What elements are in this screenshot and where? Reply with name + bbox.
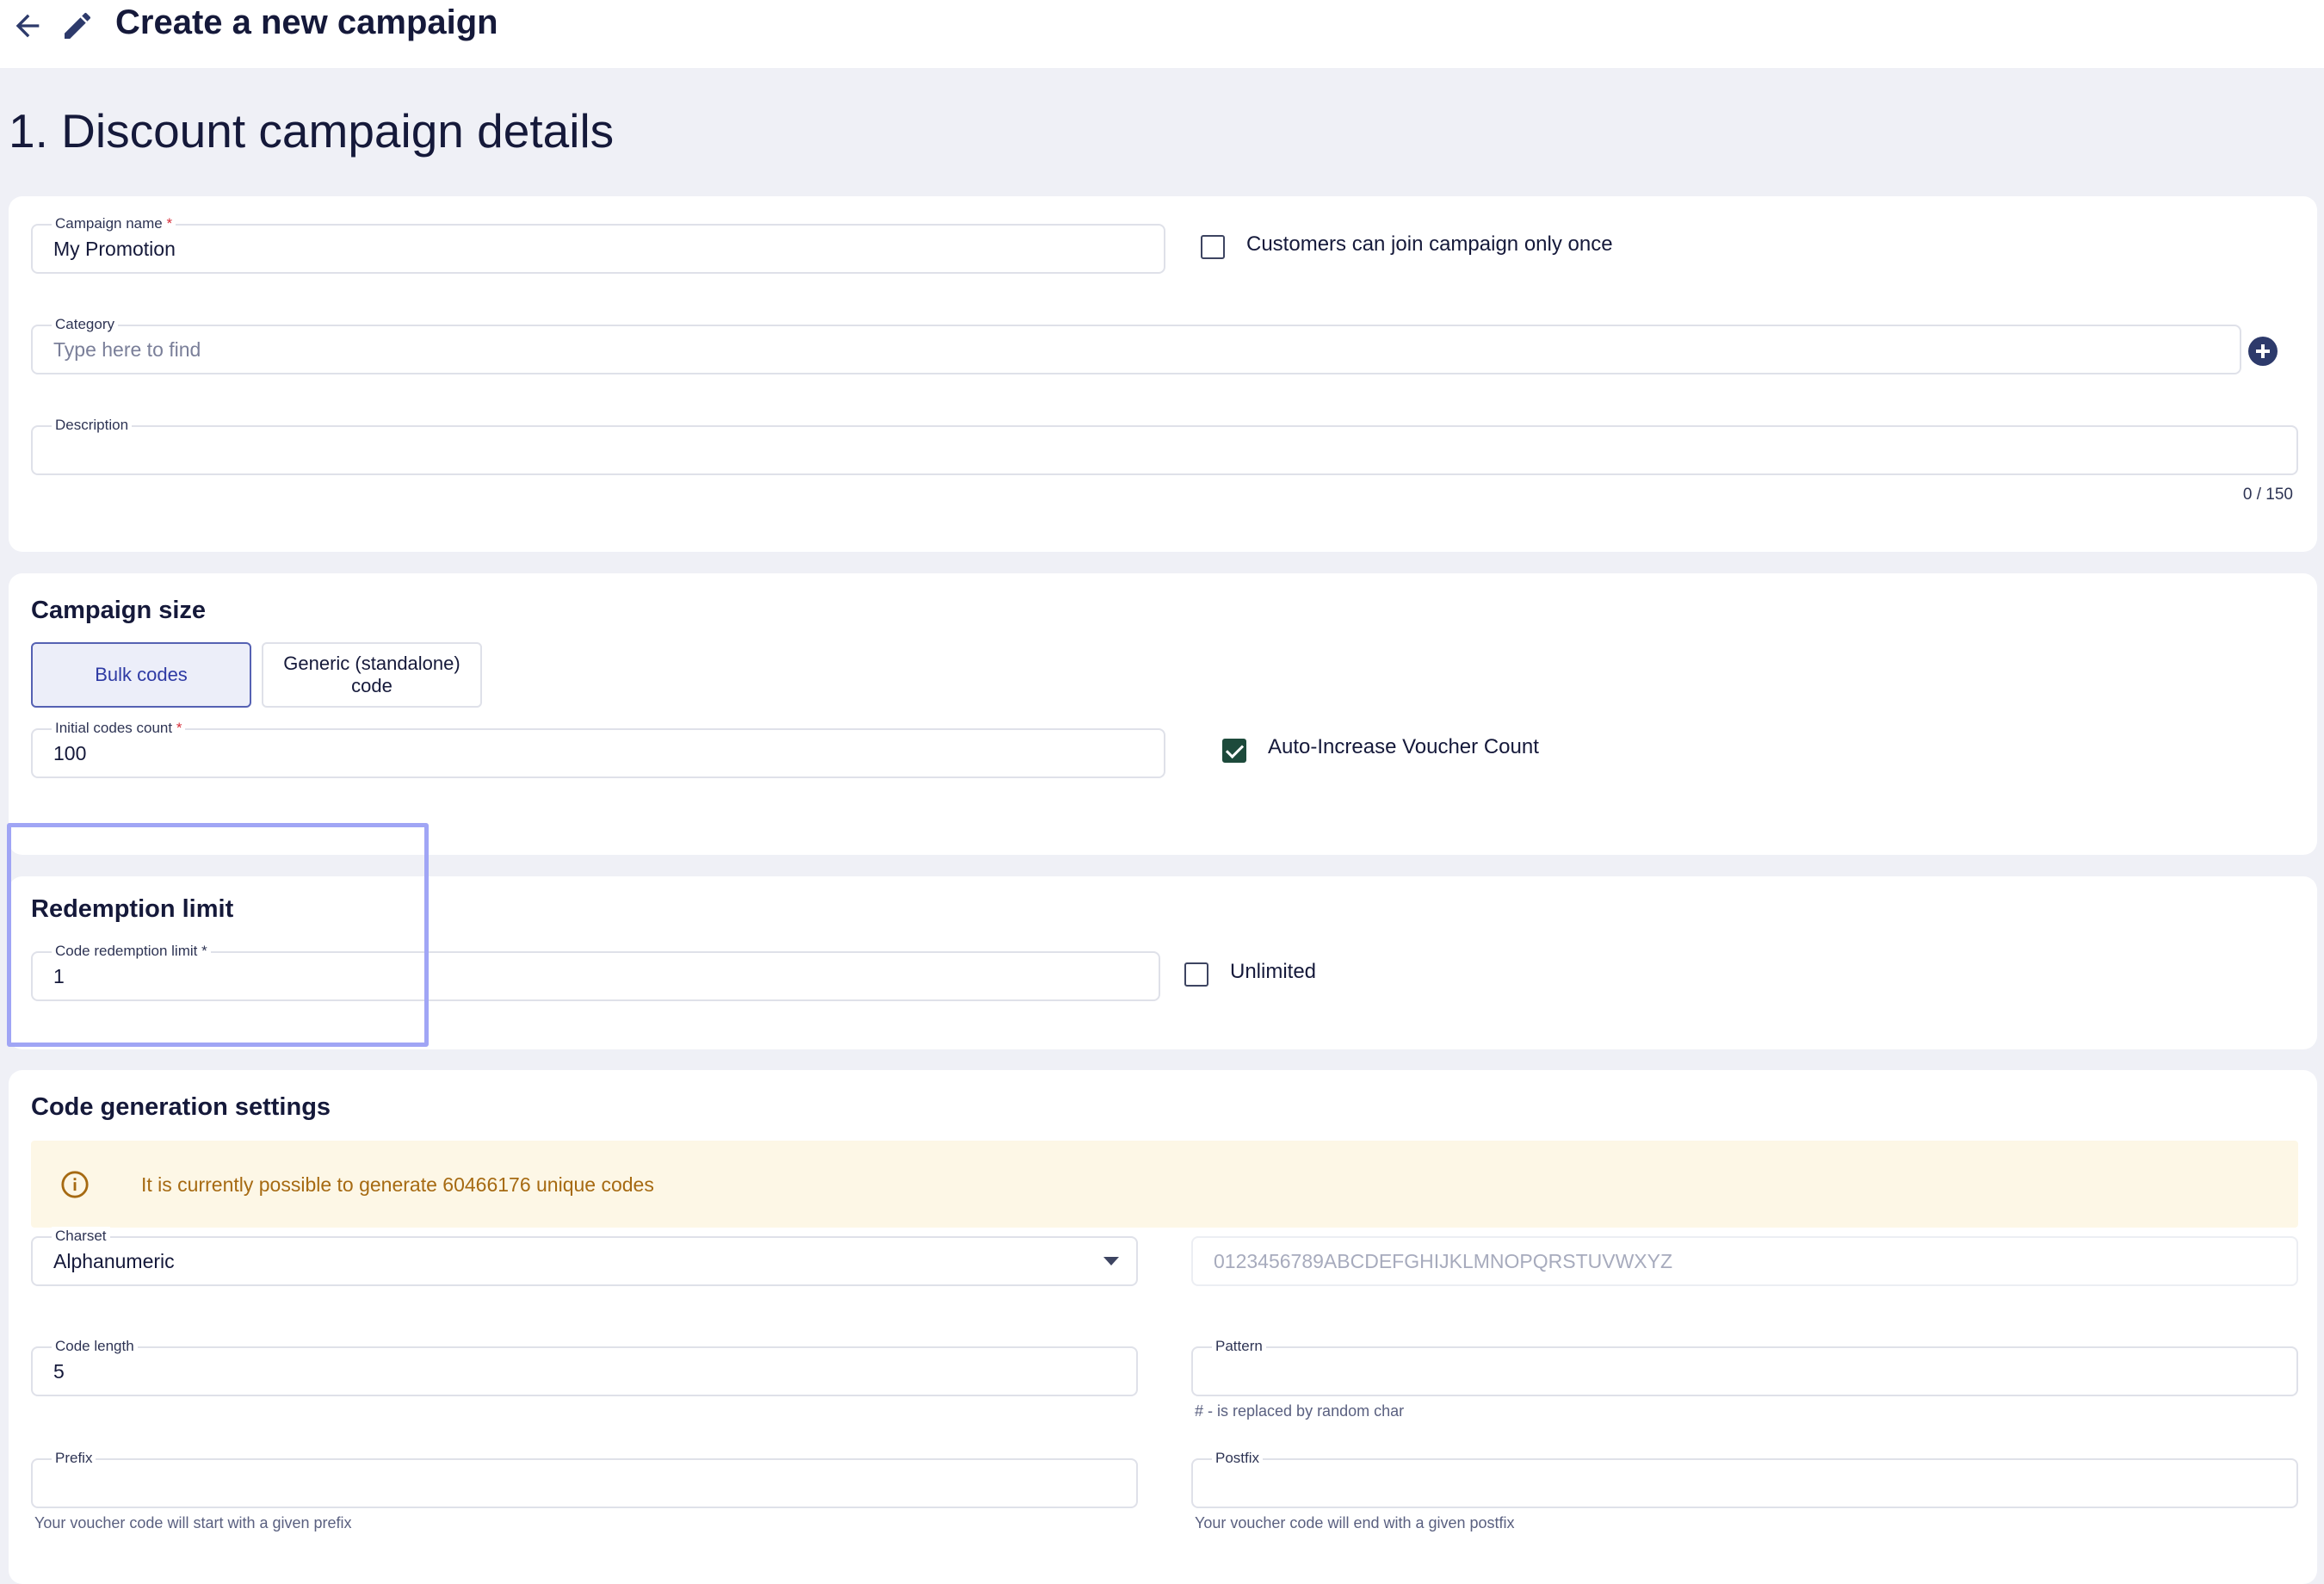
required-mark: * [201,943,207,959]
category-placeholder: Type here to find [53,338,201,361]
charset-select[interactable]: Charset Alphanumeric [31,1227,1138,1286]
description-counter: 0 / 150 [2242,486,2293,504]
category-field[interactable]: Category Type here to find [31,315,2241,374]
description-label: Description [52,416,133,435]
campaign-name-field[interactable]: Campaign name * My Promotion [31,214,1165,274]
pattern-hint: # - is replaced by random char [1195,1402,1405,1420]
charset-preview-field: 0123456789ABCDEFGHIJKLMNOPQRSTUVWXYZ [1191,1236,2298,1286]
top-bar: Create a new campaign [0,0,2324,68]
redemption-limit-title: Redemption limit [31,895,234,923]
prefix-field[interactable]: Prefix [31,1449,1138,1508]
campaign-size-title: Campaign size [31,597,207,624]
category-label: Category [52,315,118,334]
charset-value: Alphanumeric [53,1250,175,1272]
join-once-label: Customers can join campaign only once [1246,232,1613,256]
pencil-icon [65,12,91,39]
campaign-size-card: Campaign size Bulk codes Generic (standa… [9,573,2317,855]
join-once-checkbox[interactable] [1201,235,1225,259]
pattern-label: Pattern [1212,1337,1266,1356]
info-banner: It is currently possible to generate 604… [31,1141,2298,1228]
info-text: It is currently possible to generate 604… [141,1173,654,1196]
prefix-hint: Your voucher code will start with a give… [34,1514,352,1531]
bulk-codes-button[interactable]: Bulk codes [31,642,251,708]
unlimited-label: Unlimited [1230,960,1317,983]
chevron-down-icon [1103,1257,1119,1265]
auto-increase-label: Auto-Increase Voucher Count [1268,735,1539,758]
required-mark: * [176,720,182,736]
redemption-limit-label: Code redemption limit [55,943,198,959]
initial-codes-field[interactable]: Initial codes count * 100 [31,719,1165,778]
initial-codes-label: Initial codes count [55,720,173,736]
postfix-hint: Your voucher code will end with a given … [1195,1514,1515,1531]
campaign-details-card: Campaign name * My Promotion Customers c… [9,196,2317,552]
pattern-field[interactable]: Pattern [1191,1337,2298,1396]
code-length-label: Code length [52,1337,138,1356]
redemption-limit-field[interactable]: Code redemption limit * 1 [31,942,1160,1001]
code-generation-title: Code generation settings [31,1093,331,1121]
prefix-label: Prefix [52,1449,96,1468]
generic-code-button[interactable]: Generic (standalone) code [262,642,482,708]
postfix-field[interactable]: Postfix [1191,1449,2298,1508]
description-field[interactable]: Description [31,416,2298,475]
code-length-field[interactable]: Code length 5 [31,1337,1138,1396]
page-title: Create a new campaign [115,3,498,41]
campaign-name-value: My Promotion [53,238,176,260]
charset-preview-value: 0123456789ABCDEFGHIJKLMNOPQRSTUVWXYZ [1214,1250,1673,1272]
section-title: 1. Discount campaign details [9,104,615,158]
add-category-button[interactable] [2248,337,2278,366]
postfix-label: Postfix [1212,1449,1264,1468]
campaign-name-label: Campaign name [55,215,163,232]
code-generation-card: Code generation settings It is currently… [9,1070,2317,1584]
redemption-limit-value: 1 [53,965,65,987]
initial-codes-value: 100 [53,742,87,764]
auto-increase-checkbox[interactable] [1222,739,1246,763]
charset-label: Charset [52,1227,110,1246]
redemption-limit-card: Redemption limit Code redemption limit *… [9,876,2317,1049]
arrow-left-icon[interactable] [10,9,45,43]
unlimited-checkbox[interactable] [1184,962,1208,987]
code-length-value: 5 [53,1360,65,1383]
info-icon [61,1171,89,1198]
required-mark: * [166,215,173,232]
